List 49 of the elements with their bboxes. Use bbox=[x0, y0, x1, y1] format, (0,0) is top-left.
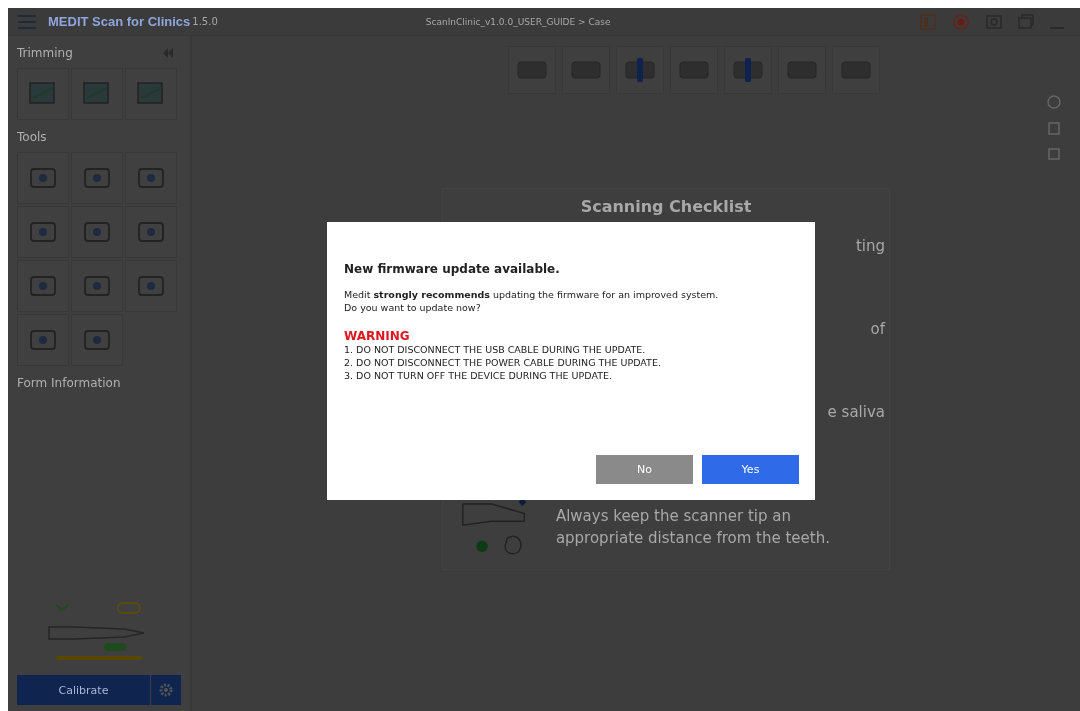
warning-item: 3. DO NOT TURN OFF THE DEVICE DURING THE UPDATE. bbox=[344, 369, 613, 383]
document-path: ScanInClinic_v1.0.0_USER_GUIDE > Case bbox=[425, 16, 611, 27]
warning-title: WARNING bbox=[344, 328, 411, 343]
trim-tool-button[interactable] bbox=[17, 68, 69, 120]
checklist-item-text: ting bbox=[855, 236, 885, 257]
checklist-item-text: Always keep the scanner tip an appropriate distance from the teeth. bbox=[555, 506, 831, 549]
trim-tool-button[interactable] bbox=[125, 68, 177, 120]
checklist-item-text: e saliva bbox=[827, 402, 885, 423]
view-icon[interactable] bbox=[1046, 94, 1062, 110]
warning-item: 2. DO NOT DISCONNECT THE POWER CABLE DURING THE UPDATE. bbox=[344, 355, 662, 370]
warning-item: 1. DO NOT DISCONNECT THE USB CABLE DURING THE UPDATE. bbox=[344, 342, 647, 356]
trim-tool-button[interactable] bbox=[71, 68, 123, 120]
scan-step-button[interactable] bbox=[616, 46, 664, 94]
menu-icon[interactable] bbox=[18, 14, 36, 29]
tool-button[interactable] bbox=[71, 152, 123, 204]
tool-button[interactable] bbox=[125, 152, 177, 204]
tool-button[interactable] bbox=[125, 260, 177, 312]
settings-icon bbox=[159, 683, 173, 697]
scan-step-button[interactable] bbox=[670, 46, 718, 94]
section-title: Form Information bbox=[17, 376, 122, 390]
app-name: MEDIT Scan for Clinics bbox=[48, 14, 191, 29]
calibrate-button[interactable]: Calibrate bbox=[17, 675, 150, 705]
tool-button[interactable] bbox=[17, 206, 69, 258]
tool-button[interactable] bbox=[17, 152, 69, 204]
settings-button[interactable] bbox=[151, 675, 181, 705]
tool-button[interactable] bbox=[125, 206, 177, 258]
scan-step-button[interactable] bbox=[562, 46, 610, 94]
checklist-item-text: of bbox=[870, 319, 885, 340]
dialog-message: Medit strongly recommends updating the firmware for an improved system. bbox=[344, 288, 720, 302]
tool-button[interactable] bbox=[71, 260, 123, 312]
section-title: Tools bbox=[17, 130, 48, 144]
tool-button[interactable] bbox=[17, 314, 69, 366]
panel-icon[interactable] bbox=[920, 13, 936, 30]
tool-button[interactable] bbox=[71, 314, 123, 366]
scan-step-button[interactable] bbox=[724, 46, 772, 94]
dialog-title: New firmware update available. bbox=[344, 262, 561, 276]
scan-step-button[interactable] bbox=[508, 46, 556, 94]
tool-button[interactable] bbox=[17, 260, 69, 312]
confirm-button[interactable]: Yes bbox=[702, 455, 799, 484]
scan-step-button[interactable] bbox=[778, 46, 826, 94]
tool-button[interactable] bbox=[71, 206, 123, 258]
record-icon[interactable] bbox=[952, 12, 970, 31]
cancel-button[interactable]: No bbox=[596, 455, 693, 484]
section-title: Trimming bbox=[17, 46, 73, 60]
scan-step-button[interactable] bbox=[832, 46, 880, 94]
app-version: 1.5.0 bbox=[192, 16, 218, 27]
square-icon[interactable] bbox=[1046, 146, 1062, 162]
checklist-title: Scanning Checklist bbox=[580, 197, 752, 216]
dialog-question: Do you want to update now? bbox=[344, 301, 482, 315]
